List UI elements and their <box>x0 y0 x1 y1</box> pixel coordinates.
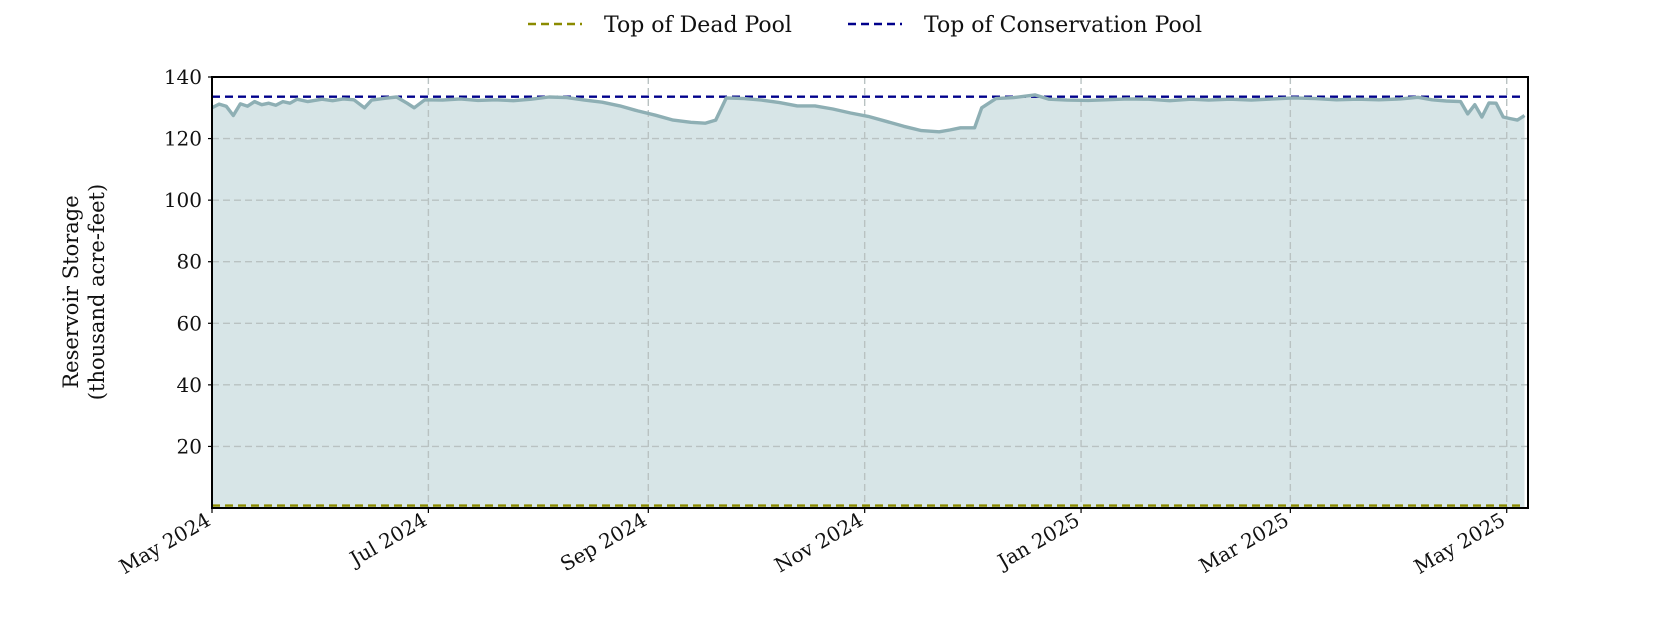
x-tick-label: May 2024 <box>115 508 214 579</box>
x-tick-label: Mar 2025 <box>1195 508 1293 578</box>
x-tick-label: Sep 2024 <box>556 508 651 577</box>
reservoir-storage-chart: Top of Dead Pool Top of Conservation Pool… <box>59 13 1529 579</box>
x-tick-label: Nov 2024 <box>770 508 867 578</box>
legend: Top of Dead Pool Top of Conservation Pool <box>528 13 1202 38</box>
x-tick-label: Jul 2024 <box>344 508 431 572</box>
y-tick-label: 80 <box>177 250 202 274</box>
y-axis-title-line: (thousand acre-feet) <box>85 184 109 400</box>
y-axis-title: Reservoir Storage(thousand acre-feet) <box>59 184 109 400</box>
y-tick-label: 140 <box>164 65 202 89</box>
plot-area <box>211 77 1528 509</box>
y-tick-label: 60 <box>177 311 202 335</box>
x-tick-label: May 2025 <box>1410 508 1509 579</box>
legend-label: Top of Dead Pool <box>604 13 792 38</box>
y-axis-title-line: Reservoir Storage <box>59 195 83 388</box>
y-tick-label: 20 <box>177 434 202 458</box>
y-tick-label: 40 <box>177 373 202 397</box>
legend-label: Top of Conservation Pool <box>924 13 1202 38</box>
x-tick-label: Jan 2025 <box>992 508 1084 575</box>
y-tick-label: 120 <box>164 127 202 151</box>
y-tick-label: 100 <box>164 188 202 212</box>
